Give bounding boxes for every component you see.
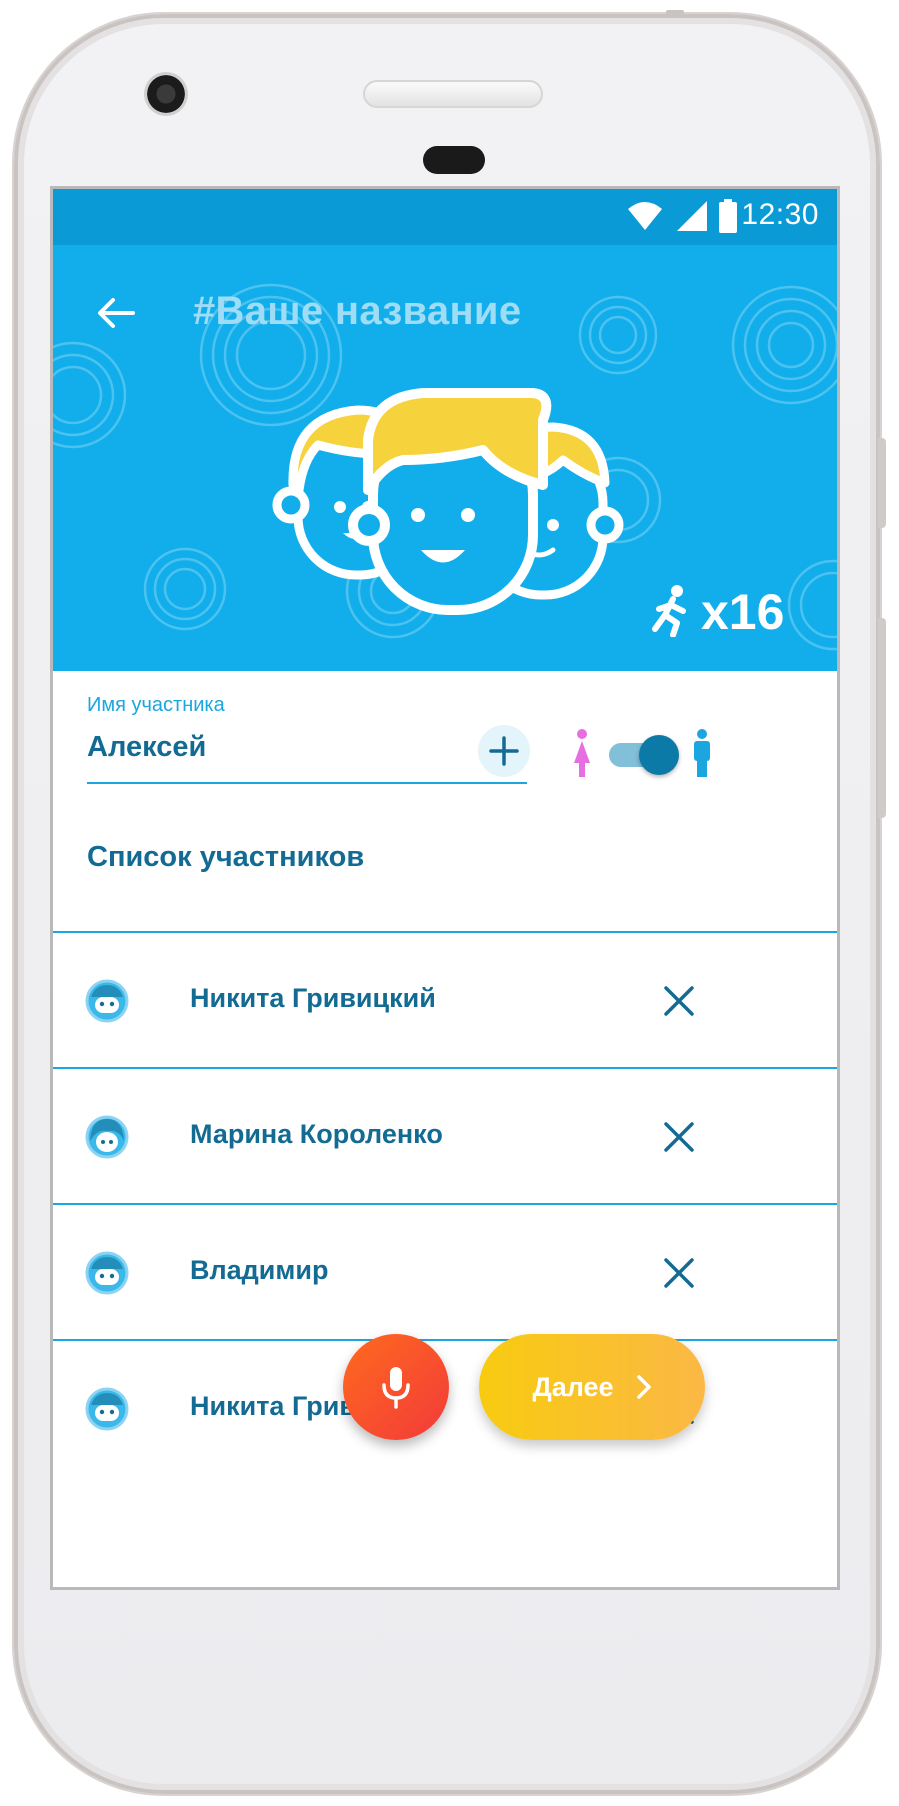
close-icon[interactable] xyxy=(663,1121,695,1153)
participants-count: x16 xyxy=(701,584,785,640)
gender-toggle[interactable] xyxy=(605,735,679,775)
participants-list-title: Список участников xyxy=(87,841,365,873)
boy-avatar-icon xyxy=(85,1251,129,1295)
add-participant-button[interactable] xyxy=(478,725,530,777)
battery-icon xyxy=(719,199,737,233)
close-icon[interactable] xyxy=(663,1257,695,1289)
list-item[interactable]: Никита Гривицкий xyxy=(53,931,837,1067)
earpiece-speaker xyxy=(363,80,543,108)
girl-avatar-icon xyxy=(85,1115,129,1159)
group-faces-illustration xyxy=(272,388,624,615)
input-underline xyxy=(87,782,527,784)
screen: 12:30 #Ваше название x16 Имя участника А… xyxy=(50,186,840,1590)
phone-pin xyxy=(666,10,684,16)
chevron-right-icon xyxy=(636,1375,651,1399)
volume-button xyxy=(878,438,886,528)
close-icon[interactable] xyxy=(663,985,695,1017)
toggle-knob xyxy=(639,735,679,775)
participant-name-input[interactable]: Алексей xyxy=(87,731,206,764)
list-item[interactable]: Марина Короленко xyxy=(53,1067,837,1203)
wifi-icon xyxy=(628,202,662,230)
page-title[interactable]: #Ваше название xyxy=(193,289,521,334)
participant-name-label: Имя участника xyxy=(87,694,225,716)
next-button-label: Далее xyxy=(532,1371,614,1402)
participant-name: Никита Гривицкий xyxy=(190,983,436,1013)
boy-avatar-icon xyxy=(85,1387,129,1431)
microphone-button[interactable] xyxy=(343,1334,449,1440)
female-icon[interactable] xyxy=(571,729,593,777)
microphone-icon xyxy=(382,1367,410,1409)
proximity-sensor xyxy=(423,146,485,174)
front-camera xyxy=(144,72,188,116)
participant-name: Владимир xyxy=(190,1255,329,1285)
back-arrow-icon[interactable] xyxy=(93,291,137,335)
next-button[interactable]: Далее xyxy=(479,1334,705,1440)
walking-person-icon xyxy=(652,585,686,637)
signal-icon xyxy=(677,201,707,231)
participant-name: Марина Короленко xyxy=(190,1119,443,1149)
header-banner: #Ваше название x16 xyxy=(53,245,837,671)
status-bar: 12:30 xyxy=(53,189,837,245)
power-button xyxy=(878,618,886,818)
boy-avatar-icon xyxy=(85,979,129,1023)
status-time: 12:30 xyxy=(741,198,819,231)
plus-icon xyxy=(489,736,519,766)
male-icon[interactable] xyxy=(691,729,713,777)
list-item[interactable]: Владимир xyxy=(53,1203,837,1339)
